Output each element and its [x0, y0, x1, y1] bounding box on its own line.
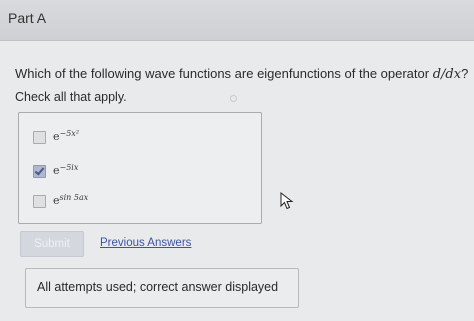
- status-message: All attempts used; correct answer displa…: [37, 280, 279, 294]
- status-box: All attempts used; correct answer displa…: [25, 268, 299, 308]
- question-mark: ?: [461, 66, 469, 81]
- choice-1-exponent: −5x²: [59, 129, 80, 138]
- choice-1-expression: e−5x²: [53, 129, 80, 143]
- choice-2-expression: e−5ix: [53, 163, 79, 177]
- choice-1-base: e: [53, 130, 60, 143]
- choice-2-base: e: [53, 164, 60, 177]
- question-text: Which of the following wave functions ar…: [15, 66, 468, 82]
- question-prompt: Which of the following wave functions ar…: [15, 66, 430, 81]
- choice-2-exponent: −5ix: [59, 163, 79, 172]
- checkbox-choice-3[interactable]: [33, 195, 46, 208]
- part-title: Part A: [8, 10, 47, 26]
- checkbox-choice-2[interactable]: [33, 165, 46, 178]
- checkbox-choice-1[interactable]: [33, 131, 46, 144]
- previous-answers-link[interactable]: Previous Answers: [100, 237, 191, 249]
- choices-box: e−5x² e−5ix esin 5ax: [18, 112, 262, 224]
- operator: d/dx: [432, 67, 462, 82]
- choice-3-exponent: sin 5ax: [59, 193, 89, 202]
- part-header: Part A: [0, 0, 474, 41]
- choice-3-base: e: [53, 194, 60, 207]
- choice-3-expression: esin 5ax: [53, 193, 89, 207]
- submit-button[interactable]: Submit: [20, 231, 84, 257]
- decorative-dot: [230, 95, 237, 102]
- instruction-text: Check all that apply.: [15, 90, 127, 104]
- mouse-pointer-icon: [280, 192, 294, 210]
